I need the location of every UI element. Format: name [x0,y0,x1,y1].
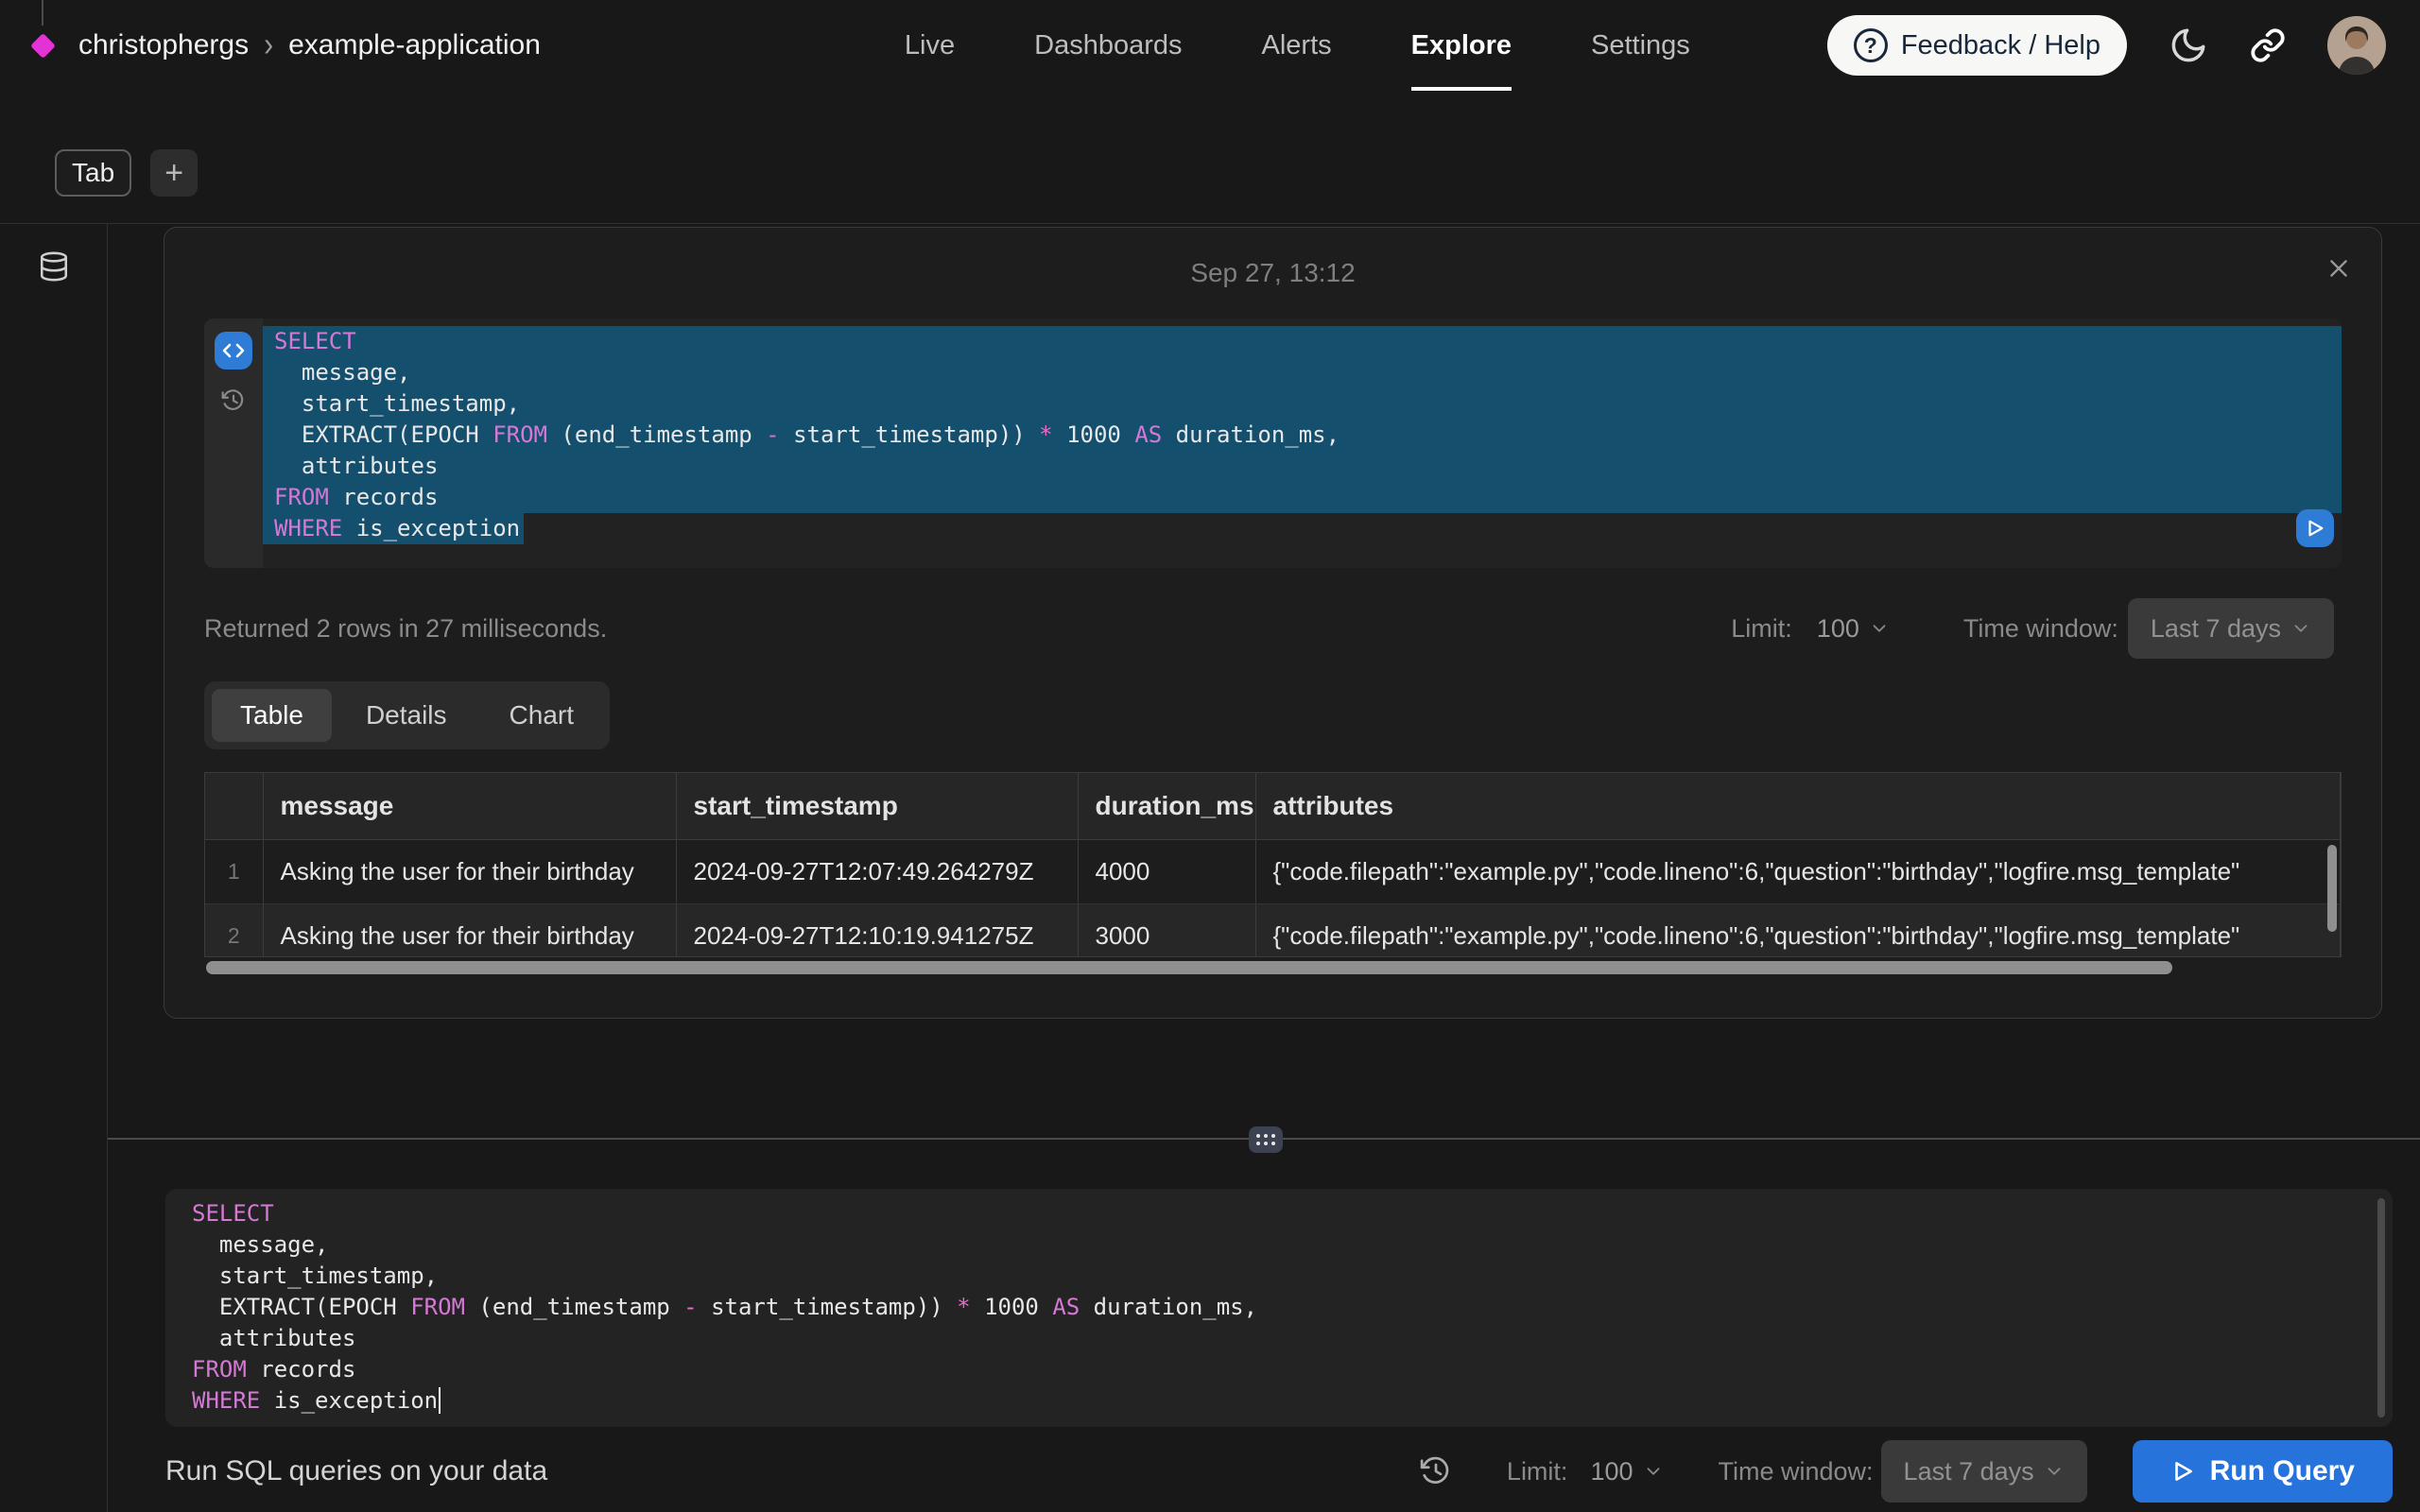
nav-item-settings[interactable]: Settings [1591,0,1690,91]
dark-mode-toggle-moon-icon[interactable] [2169,26,2208,65]
run-query-play-button[interactable] [2296,509,2334,547]
play-icon [2170,1459,2195,1484]
table-vertical-scrollbar[interactable] [2327,845,2337,932]
cell-attributes[interactable]: {"code.filepath":"example.py","code.line… [1255,839,2341,903]
run-query-button[interactable]: Run Query [2133,1440,2393,1503]
result-summary: Returned 2 rows in 27 milliseconds. [204,614,607,644]
row-number: 2 [205,903,263,957]
sql-line: attributes [263,451,2342,482]
database-schema-icon[interactable] [38,249,70,1512]
limit-dropdown[interactable]: 100 [1590,1457,1663,1486]
user-avatar[interactable] [2327,16,2386,75]
executed-query-editor: SELECT message, start_timestamp, EXTRACT… [204,318,2342,568]
results-table: messagestart_timestampduration_msattribu… [204,772,2342,957]
question-circle-icon: ? [1854,28,1888,62]
splitter-drag-handle[interactable] [1249,1126,1283,1153]
breadcrumb-project[interactable]: example-application [288,29,541,61]
sql-line: WHERE is_exception [181,1385,2393,1417]
tab-chip[interactable]: Tab [55,149,131,197]
table-row[interactable]: 1Asking the user for their birthday2024-… [205,839,2341,903]
sql-line: start_timestamp, [181,1261,2393,1292]
workspace-top-border [0,223,2420,224]
chevron-down-icon [2290,618,2311,639]
share-link-icon[interactable] [2250,27,2286,63]
column-header-duration_ms[interactable]: duration_ms [1078,773,1255,839]
limit-label: Limit: [1507,1457,1568,1486]
cell-duration_ms[interactable]: 4000 [1078,839,1255,903]
cell-attributes[interactable]: {"code.filepath":"example.py","code.line… [1255,903,2341,957]
history-icon[interactable] [221,388,246,413]
feedback-help-button[interactable]: ? Feedback / Help [1827,15,2127,76]
table-row[interactable]: 2Asking the user for their birthday2024-… [205,903,2341,957]
table-body: 1Asking the user for their birthday2024-… [205,839,2341,957]
logfire-logo-icon[interactable] [30,33,56,59]
limit-dropdown[interactable]: 100 [1817,614,1890,644]
view-tab-details[interactable]: Details [337,689,475,742]
time-window-dropdown[interactable]: Last 7 days [1881,1440,2087,1503]
query-tab-bar: Tab + [55,149,198,197]
row-number-header [205,773,263,839]
footer-bar: Run SQL queries on your data Limit: 100 … [165,1438,2393,1504]
sql-line: message, [181,1229,2393,1261]
executed-sql-code[interactable]: SELECT message, start_timestamp, EXTRACT… [263,318,2342,568]
column-header-message[interactable]: message [263,773,676,839]
feedback-help-label: Feedback / Help [1901,30,2100,61]
logo-stem [42,0,43,26]
table-horizontal-scrollbar [204,959,2342,976]
sql-line: SELECT [263,326,2342,357]
time-window-label: Time window: [1719,1457,1874,1486]
query-history-icon[interactable] [1420,1455,1452,1487]
add-tab-button[interactable]: + [150,149,198,197]
breadcrumb: christophergs › example-application [34,29,541,61]
time-window-label: Time window: [1963,614,2118,644]
nav-item-dashboards[interactable]: Dashboards [1034,0,1182,91]
column-header-start_timestamp[interactable]: start_timestamp [676,773,1078,839]
horizontal-scrollbar-thumb[interactable] [206,961,2172,974]
query-result-card: Sep 27, 13:12 SELECT message, start_time… [164,227,2382,1019]
sql-line: FROM records [263,482,2342,513]
editor-hint-text: Run SQL queries on your data [165,1455,547,1487]
column-header-attributes[interactable]: attributes [1255,773,2341,839]
cell-message[interactable]: Asking the user for their birthday [263,839,676,903]
sql-line: WHERE is_exception [263,513,524,544]
sql-line: attributes [181,1323,2393,1354]
chevron-down-icon [2044,1461,2065,1482]
text-cursor [439,1387,441,1414]
editor-scrollbar-thumb[interactable] [2377,1198,2385,1418]
sql-line: EXTRACT(EPOCH FROM (end_timestamp - star… [263,420,2342,451]
nav-item-live[interactable]: Live [905,0,955,91]
sql-editor-code: SELECT message, start_timestamp, EXTRACT… [181,1198,2393,1417]
sql-line: EXTRACT(EPOCH FROM (end_timestamp - star… [181,1292,2393,1323]
cell-start_timestamp[interactable]: 2024-09-27T12:07:49.264279Z [676,839,1078,903]
sql-line: FROM records [181,1354,2393,1385]
sql-line: message, [263,357,2342,388]
close-icon[interactable] [2326,256,2351,285]
nav-item-explore[interactable]: Explore [1411,0,1512,91]
breadcrumb-org[interactable]: christophergs [78,29,249,61]
cell-start_timestamp[interactable]: 2024-09-27T12:10:19.941275Z [676,903,1078,957]
time-window-dropdown[interactable]: Last 7 days [2128,598,2334,659]
view-tab-chart[interactable]: Chart [481,689,602,742]
table-header-row: messagestart_timestampduration_msattribu… [205,773,2341,839]
drag-dots-icon [1256,1134,1275,1145]
code-icon-button[interactable] [215,332,252,369]
chevron-down-icon [1869,618,1890,639]
cell-message[interactable]: Asking the user for their birthday [263,903,676,957]
top-nav: christophergs › example-application Live… [0,0,2420,91]
nav-item-alerts[interactable]: Alerts [1262,0,1332,91]
cell-duration_ms[interactable]: 3000 [1078,903,1255,957]
breadcrumb-separator: › [264,26,273,65]
nav-items: Live Dashboards Alerts Explore Settings [905,0,1690,91]
query-timestamp: Sep 27, 13:12 [1190,258,1355,288]
sql-editor[interactable]: SELECT message, start_timestamp, EXTRACT… [165,1189,2393,1427]
limit-label: Limit: [1731,614,1792,644]
left-sidebar [0,224,108,1512]
row-number: 1 [205,839,263,903]
sql-line: start_timestamp, [263,388,2342,420]
chevron-down-icon [1643,1461,1664,1482]
view-tab-table[interactable]: Table [212,689,332,742]
sql-line: SELECT [181,1198,2393,1229]
result-view-tabs: TableDetailsChart [204,681,610,749]
